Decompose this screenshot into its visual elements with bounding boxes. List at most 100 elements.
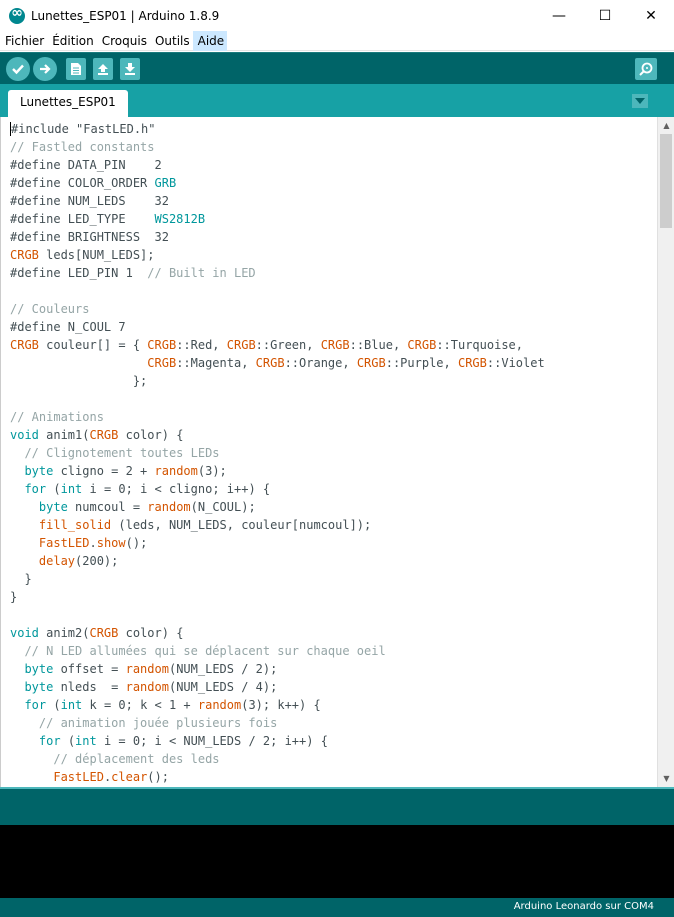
code-token: random <box>125 680 169 694</box>
menu-fichier[interactable]: Fichier <box>0 31 47 51</box>
menu-edition[interactable]: Édition <box>47 31 97 51</box>
code-token: couleur[] = { <box>38 338 148 352</box>
code-token: // Clignotement toutes LEDs <box>10 446 220 460</box>
code-line: CRGB::Magenta, CRGB::Orange, CRGB::Purpl… <box>10 354 545 372</box>
code-token: CRGB <box>356 356 386 370</box>
code-line: delay(200); <box>10 552 545 570</box>
code-token: GRB <box>154 176 177 190</box>
code-token: k = 0; k < 1 + <box>82 698 198 712</box>
code-token: } <box>10 590 18 604</box>
code-token: CRGB <box>10 338 39 352</box>
verify-button[interactable] <box>6 57 30 81</box>
message-area <box>0 787 674 825</box>
code-line: // déplacement des leds <box>10 750 545 768</box>
open-button[interactable] <box>93 58 113 80</box>
editor-scrollbar[interactable]: ▲ ▼ <box>657 117 674 787</box>
code-token: #include "FastLED.h" <box>10 122 156 136</box>
code-token: CRGB <box>407 338 437 352</box>
code-token: . <box>89 536 97 550</box>
code-token: // Animations <box>10 410 104 424</box>
code-token: CRGB <box>89 428 119 442</box>
code-token: ::Magenta, <box>176 356 256 370</box>
code-token: (3); <box>197 464 227 478</box>
scroll-up-icon[interactable]: ▲ <box>658 117 674 134</box>
code-line: // Animations <box>10 408 545 426</box>
window-controls: — ☐ ✕ <box>536 0 674 31</box>
code-token: ( <box>60 734 76 748</box>
code-token: fill_solid <box>38 518 112 532</box>
code-token: #define LED_TYPE <box>10 212 155 226</box>
code-token: // animation jouée plusieurs fois <box>10 716 278 730</box>
code-token: color) { <box>118 626 184 640</box>
code-token: random <box>154 464 198 478</box>
code-token: #define BRIGHTNESS 32 <box>10 230 169 244</box>
code-line: // animation jouée plusieurs fois <box>10 714 545 732</box>
code-token: // Couleurs <box>10 302 90 316</box>
maximize-button[interactable]: ☐ <box>582 0 628 31</box>
code-token: offset = <box>53 662 126 676</box>
tab-lunettes-esp01[interactable]: Lunettes_ESP01 <box>8 90 128 117</box>
code-line: #include "FastLED.h" <box>10 120 545 138</box>
menu-outils[interactable]: Outils <box>150 31 193 51</box>
code-line: byte numcoul = random(N_COUL); <box>10 498 545 516</box>
code-token: CRGB <box>226 338 256 352</box>
save-button[interactable] <box>120 58 140 80</box>
arduino-logo-icon <box>9 5 25 24</box>
code-token: ::Turquoise, <box>436 338 524 352</box>
code-token: byte <box>38 500 68 514</box>
upload-button[interactable] <box>33 57 57 81</box>
tab-menu-button[interactable] <box>632 94 648 108</box>
minimize-button[interactable]: — <box>536 0 582 31</box>
code-token: // Fastled constants <box>10 140 155 154</box>
scroll-thumb[interactable] <box>660 134 672 228</box>
code-token: color) { <box>118 428 184 442</box>
close-button[interactable]: ✕ <box>628 0 674 31</box>
code-token: void <box>10 626 39 640</box>
code-token: anim1( <box>38 428 90 442</box>
code-line: for (int i = 0; i < cligno; i++) { <box>10 480 545 498</box>
code-line: for (int i = 0; i < NUM_LEDS / 2; i++) { <box>10 732 545 750</box>
code-token: byte <box>24 662 54 676</box>
code-line: #define COLOR_ORDER GRB <box>10 174 545 192</box>
board-port-info: Arduino Leonardo sur COM4 <box>513 901 654 912</box>
code-line: }; <box>10 372 545 390</box>
code-token: WS2812B <box>154 212 206 226</box>
code-token: random <box>197 698 242 712</box>
code-token: cligno = 2 + <box>53 464 155 478</box>
title-bar: Lunettes_ESP01 | Arduino 1.8.9 — ☐ ✕ <box>0 0 674 31</box>
code-token: int <box>60 698 83 712</box>
code-token: ( <box>46 482 61 496</box>
code-token: FastLED <box>53 770 104 784</box>
menu-croquis[interactable]: Croquis <box>97 31 150 51</box>
window-title: Lunettes_ESP01 | Arduino 1.8.9 <box>31 8 220 23</box>
code-token: CRGB <box>255 356 285 370</box>
new-button[interactable] <box>66 58 86 80</box>
code-token: int <box>60 482 83 496</box>
scroll-down-icon[interactable]: ▼ <box>658 770 674 787</box>
code-token: ::Blue, <box>349 338 408 352</box>
code-token: CRGB <box>147 338 177 352</box>
menu-aide[interactable]: Aide <box>192 30 228 51</box>
code-token: CRGB <box>89 626 119 640</box>
code-editor[interactable]: #include "FastLED.h" // Fastled constants… <box>0 117 674 787</box>
console-output[interactable] <box>0 825 674 898</box>
code-token: int <box>75 734 97 748</box>
serial-monitor-button[interactable] <box>635 58 657 80</box>
code-token: ::Green, <box>255 338 321 352</box>
code-text[interactable]: #include "FastLED.h" // Fastled constants… <box>10 120 545 786</box>
code-token: random <box>125 662 169 676</box>
code-token: for <box>24 482 47 496</box>
code-line: #define LED_TYPE WS2812B <box>10 210 545 228</box>
code-token: ::Violet <box>486 356 545 370</box>
code-token: ::Purple, <box>385 356 458 370</box>
code-token: (); <box>147 770 169 784</box>
code-line: FastLED.show(); <box>10 534 545 552</box>
